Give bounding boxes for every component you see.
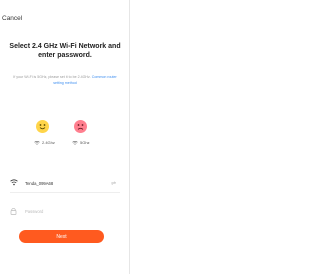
page-title: Select 2.4 GHz Wi-Fi Network and enter p…	[9, 43, 121, 59]
password-row	[10, 206, 120, 218]
sad-face-icon	[74, 120, 87, 133]
band-label: 2.4Ghz	[42, 140, 55, 145]
wifi-setup-panel: Cancel Select 2.4 GHz Wi-Fi Network and …	[0, 0, 130, 274]
switch-network-icon[interactable]: ⇌	[111, 180, 116, 187]
band-5ghz: 5Ghz	[72, 140, 90, 145]
hint-text: If your Wi-Fi is 5GHz, please set it to …	[12, 75, 118, 86]
band-compare: 2.4Ghz 5Ghz	[0, 118, 130, 148]
cancel-button[interactable]: Cancel	[2, 15, 22, 22]
band-2-4ghz: 2.4Ghz	[34, 140, 55, 145]
hint-prefix: If your Wi-Fi is 5GHz, please set it to …	[13, 75, 91, 79]
happy-face-icon	[36, 120, 49, 133]
wifi-name-value: Tenda_099A68	[25, 181, 54, 186]
band-label: 5Ghz	[80, 140, 90, 145]
lock-icon	[10, 207, 17, 215]
wifi-small-icon	[72, 140, 78, 145]
password-field[interactable]	[25, 206, 110, 216]
top-bar: Cancel	[0, 8, 130, 28]
wifi-icon	[10, 179, 18, 186]
wifi-small-icon	[34, 140, 40, 145]
next-button[interactable]: Next	[19, 230, 104, 243]
wifi-name-row[interactable]: Tenda_099A68 ⇌	[10, 178, 120, 193]
